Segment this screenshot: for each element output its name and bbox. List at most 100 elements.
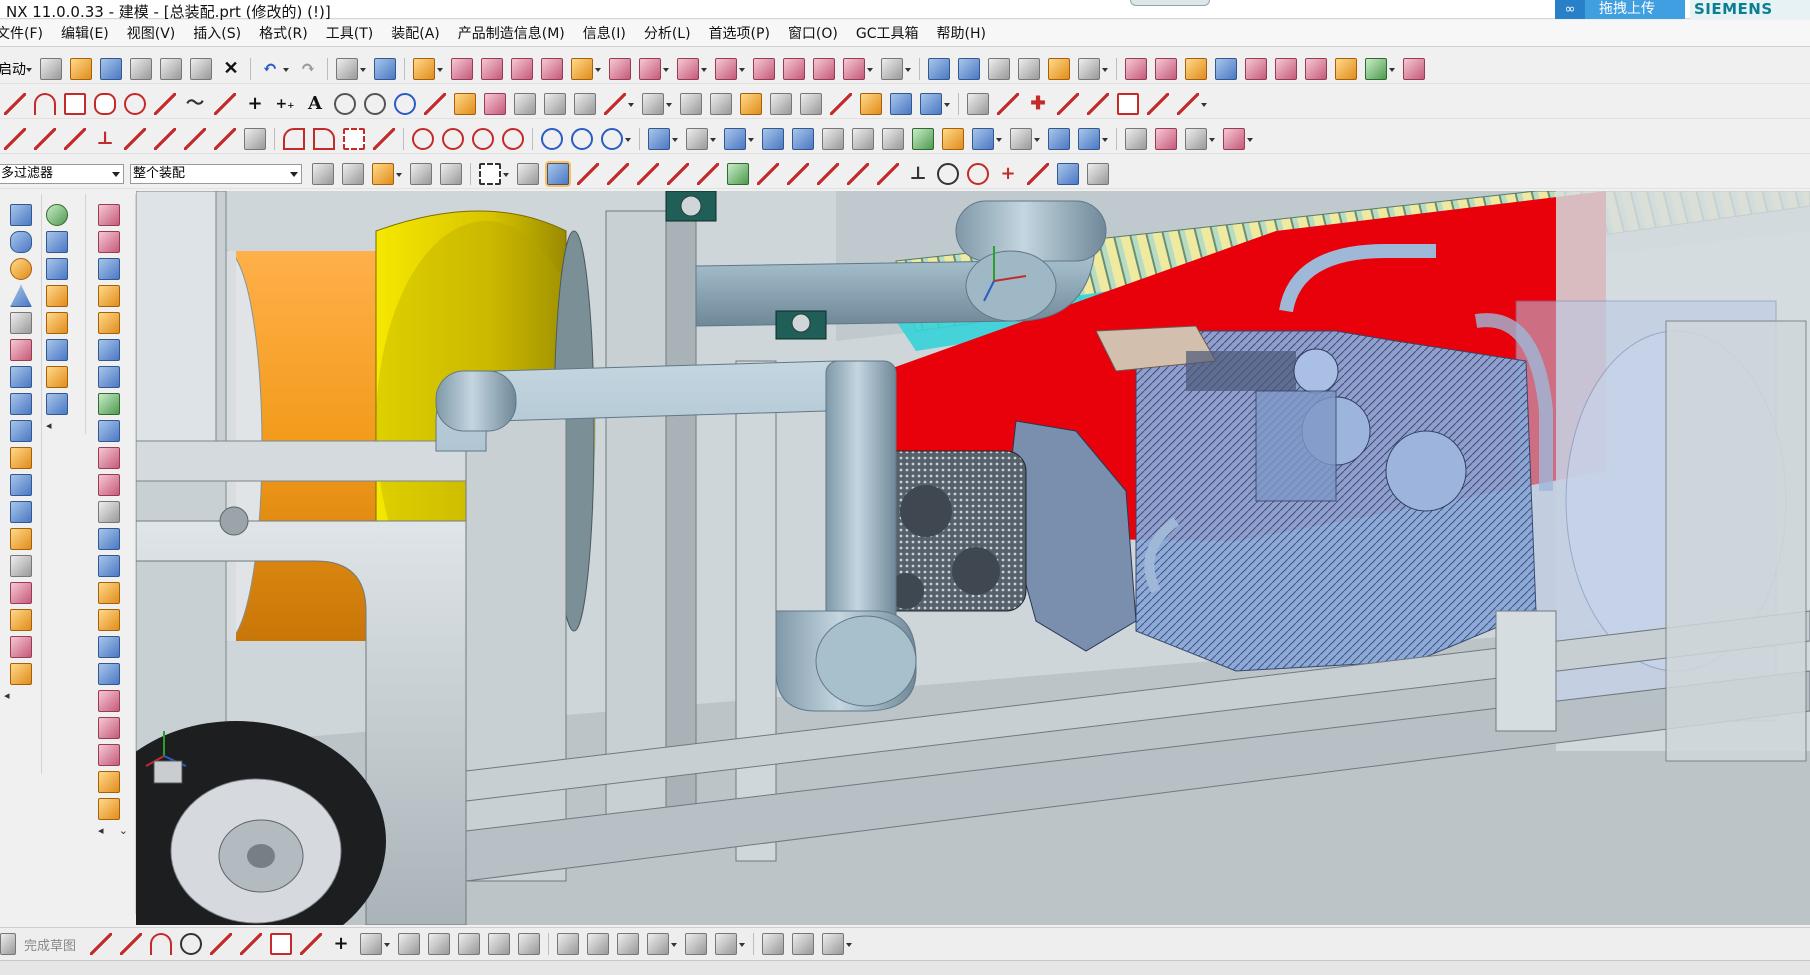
point-on-curve-icon[interactable]: [541, 127, 563, 150]
chevron-down-icon[interactable]: [436, 58, 444, 80]
revolve-icon[interactable]: [10, 393, 32, 415]
bridge-curve-icon[interactable]: [454, 92, 476, 115]
render-icon[interactable]: [928, 57, 950, 80]
mirror-assembly-icon[interactable]: [541, 57, 563, 80]
assembly-icon[interactable]: [413, 57, 435, 80]
palette-scroll-left-icon[interactable]: ◂: [4, 690, 41, 702]
sketch-relations-icon[interactable]: [762, 933, 785, 955]
sketch-pattern-icon[interactable]: [398, 933, 421, 955]
quadrant-point-icon[interactable]: [601, 127, 623, 150]
boss-icon[interactable]: [10, 447, 32, 469]
dashed-line-icon[interactable]: [64, 127, 86, 150]
sketch-dimension-icon[interactable]: [647, 933, 670, 955]
flange-icon[interactable]: [98, 744, 120, 766]
extract-curve-icon[interactable]: [604, 92, 626, 115]
n-sided-surface-icon[interactable]: [98, 312, 120, 334]
edit-curve-icon[interactable]: [890, 92, 912, 115]
palette-scroll-left-icon[interactable]: ◂: [98, 825, 104, 837]
mesh-surface-icon[interactable]: [98, 258, 120, 280]
assembly-model-view[interactable]: [136, 191, 1810, 925]
clip-section-icon[interactable]: [1078, 127, 1100, 150]
slot-icon[interactable]: [10, 501, 32, 523]
offset-face-icon[interactable]: [10, 609, 32, 631]
touch-mode-icon[interactable]: [374, 57, 396, 80]
nx5-icon[interactable]: [10, 339, 32, 361]
chevron-down-icon[interactable]: [738, 933, 746, 955]
sketch-fillet-icon[interactable]: [210, 933, 233, 955]
pattern-curve-icon[interactable]: [1147, 92, 1169, 115]
surface-icon[interactable]: [1125, 57, 1147, 80]
sketch-project-icon[interactable]: [488, 933, 511, 955]
rib-icon[interactable]: [10, 555, 32, 577]
rectangle-select-icon[interactable]: [479, 162, 501, 185]
undo-icon[interactable]: ↶: [259, 58, 281, 80]
chevron-down-icon[interactable]: [395, 163, 403, 185]
datum-plane-icon[interactable]: [648, 127, 670, 150]
menu-information[interactable]: 信息(I): [574, 23, 635, 43]
snap-face-icon[interactable]: [847, 162, 869, 185]
center-point-icon[interactable]: [571, 127, 593, 150]
static-wireframe-icon[interactable]: [882, 127, 904, 150]
snap-curve-icon[interactable]: [817, 162, 839, 185]
show-hide-icon[interactable]: [881, 57, 903, 80]
chevron-down-icon[interactable]: [624, 128, 632, 150]
display-style-icon[interactable]: [1365, 57, 1387, 80]
sequence-icon[interactable]: [783, 57, 805, 80]
mirror-curve-icon[interactable]: [1177, 92, 1199, 115]
thread-icon[interactable]: [10, 312, 32, 334]
menu-assembly[interactable]: 装配(A): [382, 23, 449, 43]
spline-icon[interactable]: 〜: [184, 93, 206, 115]
angle-line-icon[interactable]: [124, 127, 146, 150]
groove-icon[interactable]: [10, 528, 32, 550]
law-curve-icon[interactable]: [394, 92, 416, 115]
palette-scroll-left-icon[interactable]: ◂: [46, 420, 85, 432]
polygon-icon[interactable]: [94, 92, 116, 115]
point-set-icon[interactable]: +₊: [274, 93, 296, 115]
datum-axis-icon[interactable]: [686, 127, 708, 150]
draft-icon[interactable]: [10, 663, 32, 685]
replace-component-icon[interactable]: [639, 57, 661, 80]
cut-icon[interactable]: [130, 57, 152, 80]
delete-icon[interactable]: ✕: [220, 58, 242, 80]
chevron-down-icon[interactable]: [738, 58, 746, 80]
menu-analysis[interactable]: 分析(L): [635, 23, 700, 43]
grid-snap-icon[interactable]: [1087, 162, 1109, 185]
offset-surface-icon[interactable]: [1155, 57, 1177, 80]
pattern-component-icon[interactable]: [677, 57, 699, 80]
rectangle-icon[interactable]: [64, 92, 86, 115]
chevron-down-icon[interactable]: [1208, 128, 1216, 150]
menu-format[interactable]: 格式(R): [250, 23, 317, 43]
circle-icon[interactable]: [412, 127, 434, 150]
sketch-trim-icon[interactable]: [518, 933, 541, 955]
orient-view-icon[interactable]: [1048, 127, 1070, 150]
sketch-intersect-icon[interactable]: [458, 933, 481, 955]
sketch-point-icon[interactable]: +: [330, 933, 352, 955]
menu-file[interactable]: 文件(F): [0, 23, 52, 43]
hole-icon[interactable]: [10, 420, 32, 442]
arc-3pt-icon[interactable]: [283, 127, 305, 150]
sketch-alternate-icon[interactable]: [822, 933, 845, 955]
assembly-cut-icon[interactable]: [843, 57, 865, 80]
open-folder-icon[interactable]: [70, 57, 92, 80]
warp-icon[interactable]: [98, 717, 120, 739]
text-icon[interactable]: A: [304, 93, 326, 115]
background-icon[interactable]: [1010, 127, 1032, 150]
curvature-analysis-icon[interactable]: [1155, 127, 1177, 150]
quick-extend-icon[interactable]: ✚: [1027, 93, 1049, 115]
select-face-icon[interactable]: [440, 162, 462, 185]
upload-button[interactable]: ∞ 拖拽上传: [1555, 0, 1685, 19]
wave-link-icon[interactable]: [715, 57, 737, 80]
constraint-icon[interactable]: [609, 57, 631, 80]
arc-icon[interactable]: [34, 92, 56, 115]
snap-quad-circle-icon[interactable]: [967, 162, 989, 185]
chevron-down-icon[interactable]: [25, 58, 33, 80]
chevron-down-icon[interactable]: [845, 933, 853, 955]
arc-center-icon[interactable]: [313, 127, 335, 150]
command-finder-icon[interactable]: [336, 57, 358, 80]
chevron-down-icon[interactable]: [904, 58, 912, 80]
trim-sheet-icon[interactable]: [1185, 57, 1207, 80]
analysis-icon[interactable]: [1048, 57, 1070, 80]
box-section-icon[interactable]: [98, 582, 120, 604]
snap-bounded-icon[interactable]: [1057, 162, 1079, 185]
search-icon[interactable]: [1078, 57, 1100, 80]
